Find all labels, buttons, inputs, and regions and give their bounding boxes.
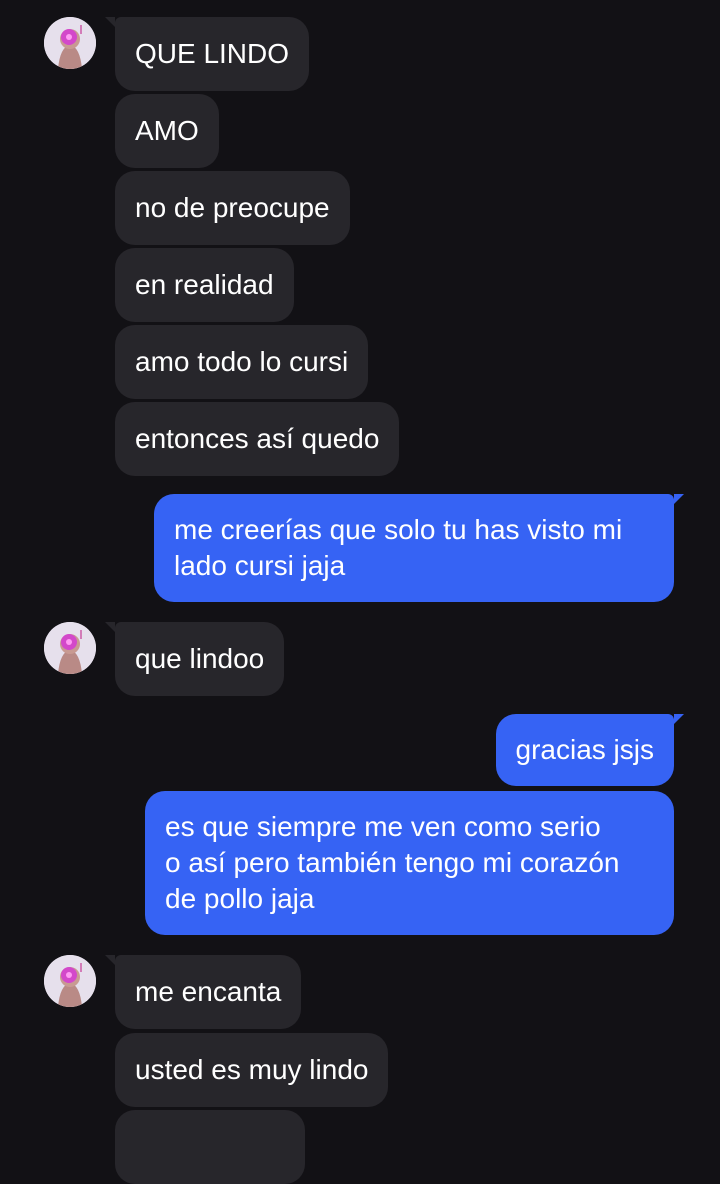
message-text: entonces así quedo [135,423,380,454]
message-text: usted es muy lindo [135,1054,369,1085]
incoming-message-bubble[interactable]: que lindoo [104,622,285,696]
incoming-message-bubble[interactable]: usted es muy lindo [115,1033,389,1107]
incoming-message-bubble[interactable]: AMO [115,94,219,168]
incoming-message-bubble[interactable]: me encanta [104,955,302,1029]
outgoing-message-bubble[interactable]: gracias jsjs [495,714,685,786]
incoming-message-bubble-partial[interactable] [115,1110,305,1184]
incoming-message-bubble[interactable]: no de preocupe [115,171,350,245]
contact-avatar[interactable] [44,17,96,69]
message-text: AMO [135,115,199,146]
incoming-message-bubble[interactable]: amo todo lo cursi [115,325,369,399]
outgoing-message-bubble[interactable]: me creerías que solo tu has visto mi lad… [154,494,684,602]
message-text-line: es que siempre me ven como serio [165,811,601,842]
contact-avatar[interactable] [44,622,96,674]
message-text: amo todo lo cursi [135,346,349,377]
message-text: QUE LINDO [135,38,290,69]
contact-avatar-icon [44,622,96,674]
message-text: no de preocupe [135,192,330,223]
incoming-message-bubble[interactable]: entonces así quedo [115,402,400,476]
contact-avatar[interactable] [44,955,96,1007]
contact-avatar-icon [44,17,96,69]
outgoing-message-bubble[interactable]: es que siempre me ven como serio o así p… [145,791,674,935]
incoming-message-bubble[interactable]: QUE LINDO [104,17,310,91]
message-text: que lindoo [135,643,265,674]
incoming-message-bubble[interactable]: en realidad [115,248,294,322]
message-text-line: lado cursi jaja [174,550,346,581]
message-text-line: me creerías que solo tu has visto mi [174,514,623,545]
message-text: en realidad [135,269,274,300]
message-text-line: gracias jsjs [515,734,654,765]
message-text-line: o así pero también tengo mi corazón [165,847,620,878]
message-text: me encanta [135,976,282,1007]
contact-avatar-icon [44,955,96,1007]
message-text-line: de pollo jaja [165,883,315,914]
